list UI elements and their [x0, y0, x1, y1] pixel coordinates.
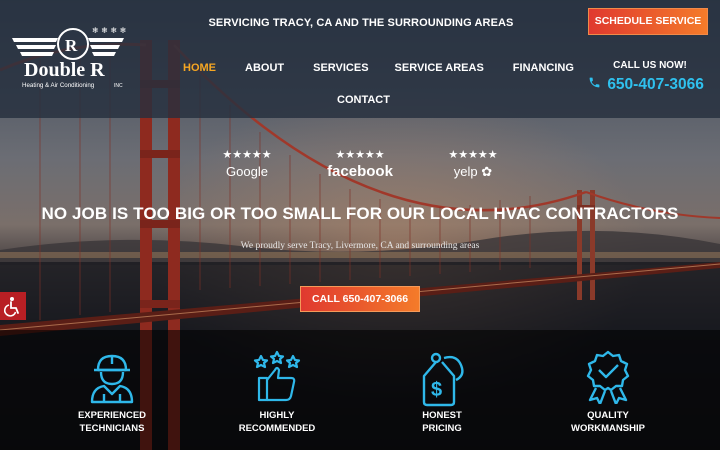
feature-label-line2: RECOMMENDED	[238, 422, 316, 434]
nav-financing[interactable]: FINANCING	[513, 58, 574, 78]
hero-call-button[interactable]: CALL 650-407-3066	[300, 286, 420, 312]
svg-text:Heating & Air Conditioning: Heating & Air Conditioning	[22, 82, 95, 89]
accessibility-toggle[interactable]	[0, 292, 26, 320]
svg-text:$: $	[431, 379, 442, 401]
technician-icon	[57, 350, 167, 404]
feature-label-line1: HIGHLY	[259, 410, 295, 421]
feature-highly-recommended: HIGHLY RECOMMENDED	[222, 350, 332, 435]
double-r-logo[interactable]: R ❄ ❄ ❄ ❄ Double R Heating & Air Conditi…	[10, 24, 136, 94]
hero-headline: NO JOB IS TOO BIG OR TOO SMALL FOR OUR L…	[41, 204, 679, 223]
yelp-rating-stars: ★★★★★	[448, 149, 498, 161]
feature-label-line2: PRICING	[422, 422, 462, 434]
feature-label-line1: EXPERIENCED	[77, 410, 147, 421]
svg-text:Double R: Double R	[24, 59, 105, 81]
nav-service-areas[interactable]: SERVICE AREAS	[395, 58, 484, 78]
nav-contact[interactable]: CONTACT	[337, 90, 390, 110]
header-phone-number: 650-407-3066	[607, 76, 704, 93]
nav-about[interactable]: ABOUT	[245, 58, 284, 78]
nav-home[interactable]: HOME	[183, 58, 216, 78]
google-rating-stars: ★★★★★	[222, 149, 272, 161]
svg-text:INC: INC	[114, 83, 123, 89]
yelp-logo: yelp ✿	[433, 163, 513, 181]
feature-experienced-technicians: EXPERIENCED TECHNICIANS	[57, 350, 167, 435]
google-logo: Google	[226, 164, 268, 179]
yelp-review-badge[interactable]: ★★★★★ yelp ✿	[433, 150, 513, 181]
yelp-logo-text: yelp	[453, 164, 478, 179]
yelp-burst-icon: ✿	[481, 164, 493, 179]
feature-quality-workmanship: QUALITY WORKMANSHIP	[553, 350, 663, 435]
thumbs-up-icon	[222, 350, 332, 404]
hero-subline: We proudly serve Tracy, Livermore, CA an…	[240, 241, 480, 251]
phone-icon	[588, 76, 603, 94]
service-area-banner: SERVICING TRACY, CA AND THE SURROUNDING …	[208, 17, 514, 29]
feature-label-line1: HONEST	[422, 410, 462, 421]
feature-label-line2: TECHNICIANS	[79, 422, 145, 434]
quality-badge-icon	[553, 350, 663, 404]
site-header: R ❄ ❄ ❄ ❄ Double R Heating & Air Conditi…	[0, 0, 720, 118]
schedule-service-button[interactable]: SCHEDULE SERVICE	[588, 8, 708, 35]
nav-services[interactable]: SERVICES	[313, 58, 368, 78]
feature-honest-pricing: $ HONEST PRICING	[387, 350, 497, 435]
facebook-logo: facebook	[327, 163, 393, 180]
wheelchair-icon	[0, 297, 26, 324]
google-review-badge[interactable]: ★★★★★ Google	[207, 150, 287, 181]
header-phone-link[interactable]: 650-407-3066	[588, 76, 710, 94]
facebook-rating-stars: ★★★★★	[335, 149, 385, 161]
main-nav: HOME ABOUT SERVICES SERVICE AREAS FINANC…	[170, 58, 574, 110]
svg-text:❄ ❄ ❄ ❄: ❄ ❄ ❄ ❄	[92, 26, 126, 35]
feature-label-line2: WORKMANSHIP	[571, 422, 645, 434]
svg-text:R: R	[65, 36, 78, 55]
feature-label-line1: QUALITY	[587, 410, 629, 421]
facebook-review-badge[interactable]: ★★★★★ facebook	[320, 150, 400, 181]
call-us-label: CALL US NOW!	[613, 60, 687, 71]
price-tag-icon: $	[387, 350, 497, 408]
